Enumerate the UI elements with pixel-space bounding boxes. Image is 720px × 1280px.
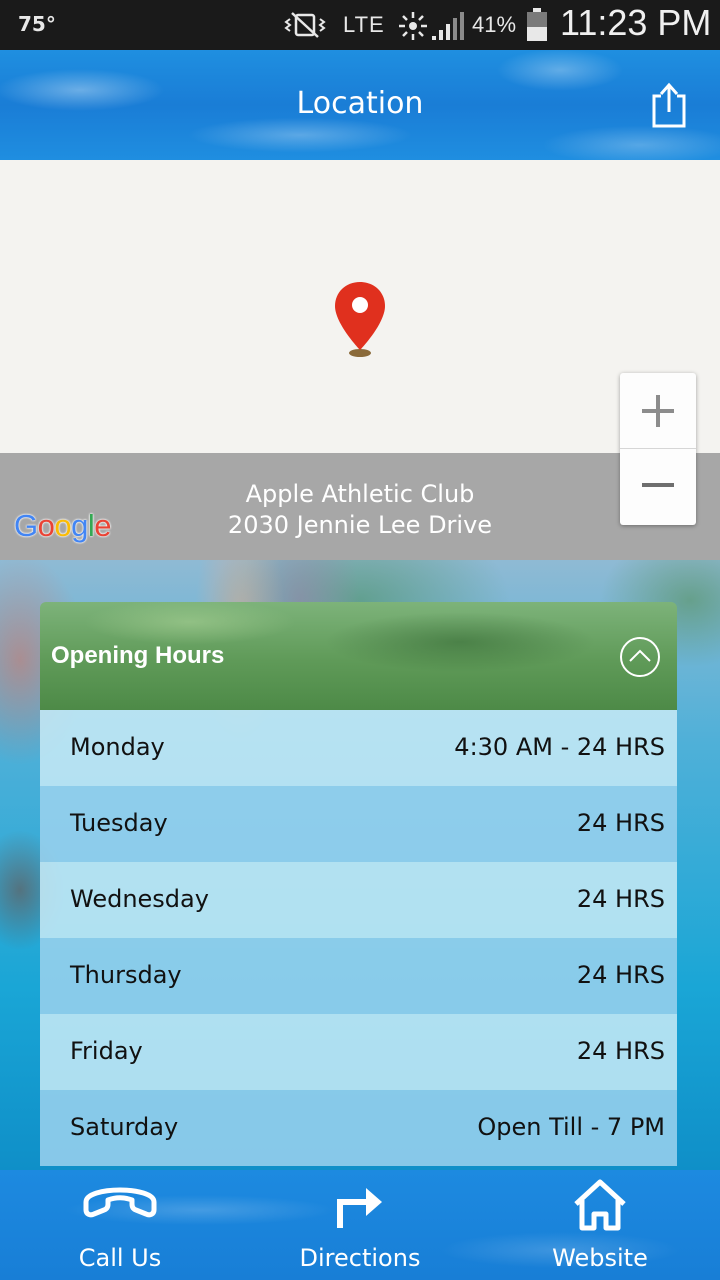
website-button[interactable]: Website bbox=[480, 1170, 720, 1280]
status-bar: 75° LTE 41% 11:23 PM bbox=[0, 0, 720, 50]
opening-hours-title: Opening Hours bbox=[51, 642, 225, 669]
day-label: Saturday bbox=[70, 1113, 179, 1141]
time-value: 4:30 AM - 24 HRS bbox=[454, 733, 665, 761]
signal-strength-icon bbox=[432, 12, 464, 40]
call-us-button[interactable]: Call Us bbox=[0, 1170, 240, 1280]
share-icon bbox=[652, 82, 686, 128]
map-info-bar: Google Apple Athletic Club 2030 Jennie L… bbox=[0, 453, 720, 560]
share-button[interactable] bbox=[648, 80, 690, 130]
opening-hours-card: Opening Hours Monday 4:30 AM - 24 HRS Tu… bbox=[40, 602, 677, 1170]
hours-row-wednesday: Wednesday 24 HRS bbox=[40, 862, 677, 938]
place-name: Apple Athletic Club bbox=[245, 480, 475, 508]
time-value: 24 HRS bbox=[576, 961, 665, 989]
battery-percent-text: 41% bbox=[472, 12, 517, 37]
day-label: Thursday bbox=[70, 961, 182, 989]
app-header: Location bbox=[0, 50, 720, 160]
hours-row-friday: Friday 24 HRS bbox=[40, 1014, 677, 1090]
phone-icon bbox=[83, 1187, 157, 1218]
temperature-text: 75° bbox=[18, 12, 56, 36]
hours-row-thursday: Thursday 24 HRS bbox=[40, 938, 677, 1014]
map-place-label: Apple Athletic Club 2030 Jennie Lee Driv… bbox=[0, 479, 720, 541]
home-icon bbox=[574, 1179, 626, 1231]
zoom-in-button[interactable] bbox=[620, 373, 696, 449]
time-value: 24 HRS bbox=[576, 809, 665, 837]
hours-row-saturday: Saturday Open Till - 7 PM bbox=[40, 1090, 677, 1166]
call-us-label: Call Us bbox=[78, 1244, 162, 1272]
vibrate-mute-icon bbox=[284, 12, 326, 38]
directions-label: Directions bbox=[299, 1244, 421, 1272]
directions-button[interactable]: Directions bbox=[240, 1170, 480, 1280]
plus-icon bbox=[642, 395, 674, 427]
bottom-nav: Call Us Directions Website bbox=[0, 1170, 720, 1280]
place-address: 2030 Jennie Lee Drive bbox=[227, 511, 493, 539]
map-view[interactable]: Google Apple Athletic Club 2030 Jennie L… bbox=[0, 160, 720, 560]
chevron-up-circle-icon bbox=[620, 637, 660, 677]
zoom-out-button[interactable] bbox=[620, 449, 696, 525]
website-label: Website bbox=[552, 1244, 648, 1272]
page-title: Location bbox=[296, 86, 424, 121]
collapse-button[interactable] bbox=[619, 636, 661, 678]
zoom-controls bbox=[620, 373, 696, 525]
turn-right-arrow-icon bbox=[337, 1188, 382, 1228]
minus-icon bbox=[642, 483, 674, 487]
day-label: Friday bbox=[70, 1037, 143, 1065]
opening-hours-header[interactable]: Opening Hours bbox=[40, 602, 677, 710]
network-type-text: LTE bbox=[343, 12, 385, 37]
battery-icon bbox=[527, 8, 547, 41]
time-value: 24 HRS bbox=[576, 1037, 665, 1065]
hours-row-monday: Monday 4:30 AM - 24 HRS bbox=[40, 710, 677, 786]
hours-row-tuesday: Tuesday 24 HRS bbox=[40, 786, 677, 862]
day-label: Monday bbox=[70, 733, 165, 761]
location-pin-icon bbox=[335, 282, 385, 357]
time-value: Open Till - 7 PM bbox=[477, 1113, 665, 1141]
day-label: Tuesday bbox=[70, 809, 168, 837]
data-activity-icon bbox=[399, 12, 427, 40]
day-label: Wednesday bbox=[70, 885, 209, 913]
time-value: 24 HRS bbox=[576, 885, 665, 913]
clock-text: 11:23 PM bbox=[560, 2, 712, 43]
